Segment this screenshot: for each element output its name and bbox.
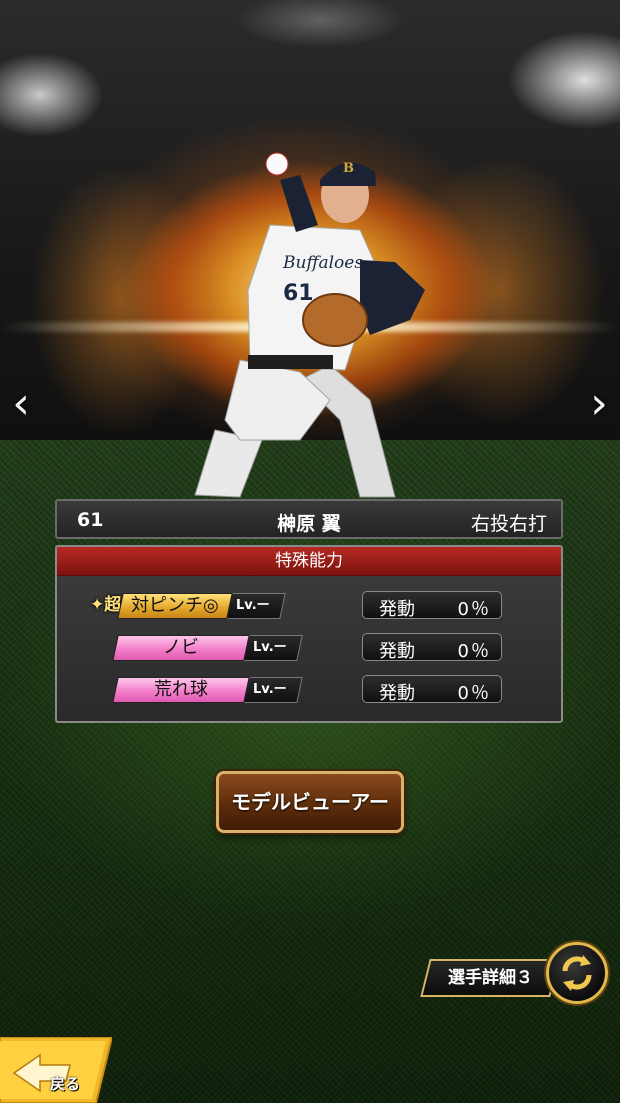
ability-row[interactable]: 荒れ球 Lv.ー 発動 0％ — [57, 675, 561, 705]
ability-level: Lv.ー — [244, 677, 303, 703]
jersey-logo-text: Buffaloes — [282, 253, 363, 273]
ability-row[interactable]: ノビ Lv.ー 発動 0％ — [57, 633, 561, 663]
model-viewer-button[interactable]: モデルビューアー — [216, 771, 404, 833]
ability-row[interactable]: ✦超 対ピンチ◎ Lv.ー 発動 0％ — [57, 591, 561, 621]
back-label: 戻る — [50, 1075, 81, 1093]
player-throw-bat: 右投右打 — [470, 513, 547, 535]
activation-percent: 0％ — [457, 683, 491, 704]
player-pitcher-image: Buffaloes 61 B — [194, 152, 425, 498]
activation-rate: 発動 0％ — [362, 633, 502, 662]
ability-badge: ノビ Lv.ー — [112, 635, 303, 661]
ability-level: Lv.ー — [226, 593, 286, 619]
player-detail-label: 選手詳細３ — [447, 968, 533, 988]
special-abilities-panel: 特殊能力 ✦超 対ピンチ◎ Lv.ー 発動 0％ ノビ Lv.ー 発動 0％ 荒… — [55, 545, 563, 723]
ability-name-gold: 対ピンチ◎ — [117, 593, 233, 619]
ability-name-pink: ノビ — [112, 635, 250, 661]
activation-rate: 発動 0％ — [362, 591, 502, 620]
player-detail-button[interactable]: 選手詳細３ — [420, 959, 560, 997]
panel-title: 特殊能力 — [57, 547, 561, 576]
super-star-icon: ✦超 — [90, 595, 122, 615]
activation-rate: 発動 0％ — [362, 675, 502, 704]
chevron-left-icon[interactable]: ‹ — [6, 376, 36, 432]
ability-level: Lv.ー — [244, 635, 303, 661]
refresh-arrows-icon[interactable] — [546, 942, 608, 1004]
ability-badge: ✦超 対ピンチ◎ Lv.ー — [90, 593, 286, 619]
activation-label: 発動 — [379, 599, 415, 620]
activation-label: 発動 — [379, 641, 415, 662]
activation-percent: 0％ — [457, 641, 491, 662]
ability-name-pink: 荒れ球 — [112, 677, 250, 703]
ability-badge: 荒れ球 Lv.ー — [112, 677, 303, 703]
jersey-number: 61 — [283, 281, 314, 306]
player-info-bar: 61 榊原 翼 右投右打 — [55, 499, 563, 539]
svg-text:B: B — [343, 161, 354, 176]
activation-label: 発動 — [379, 683, 415, 704]
chevron-right-icon[interactable]: › — [584, 376, 614, 432]
activation-percent: 0％ — [457, 599, 491, 620]
